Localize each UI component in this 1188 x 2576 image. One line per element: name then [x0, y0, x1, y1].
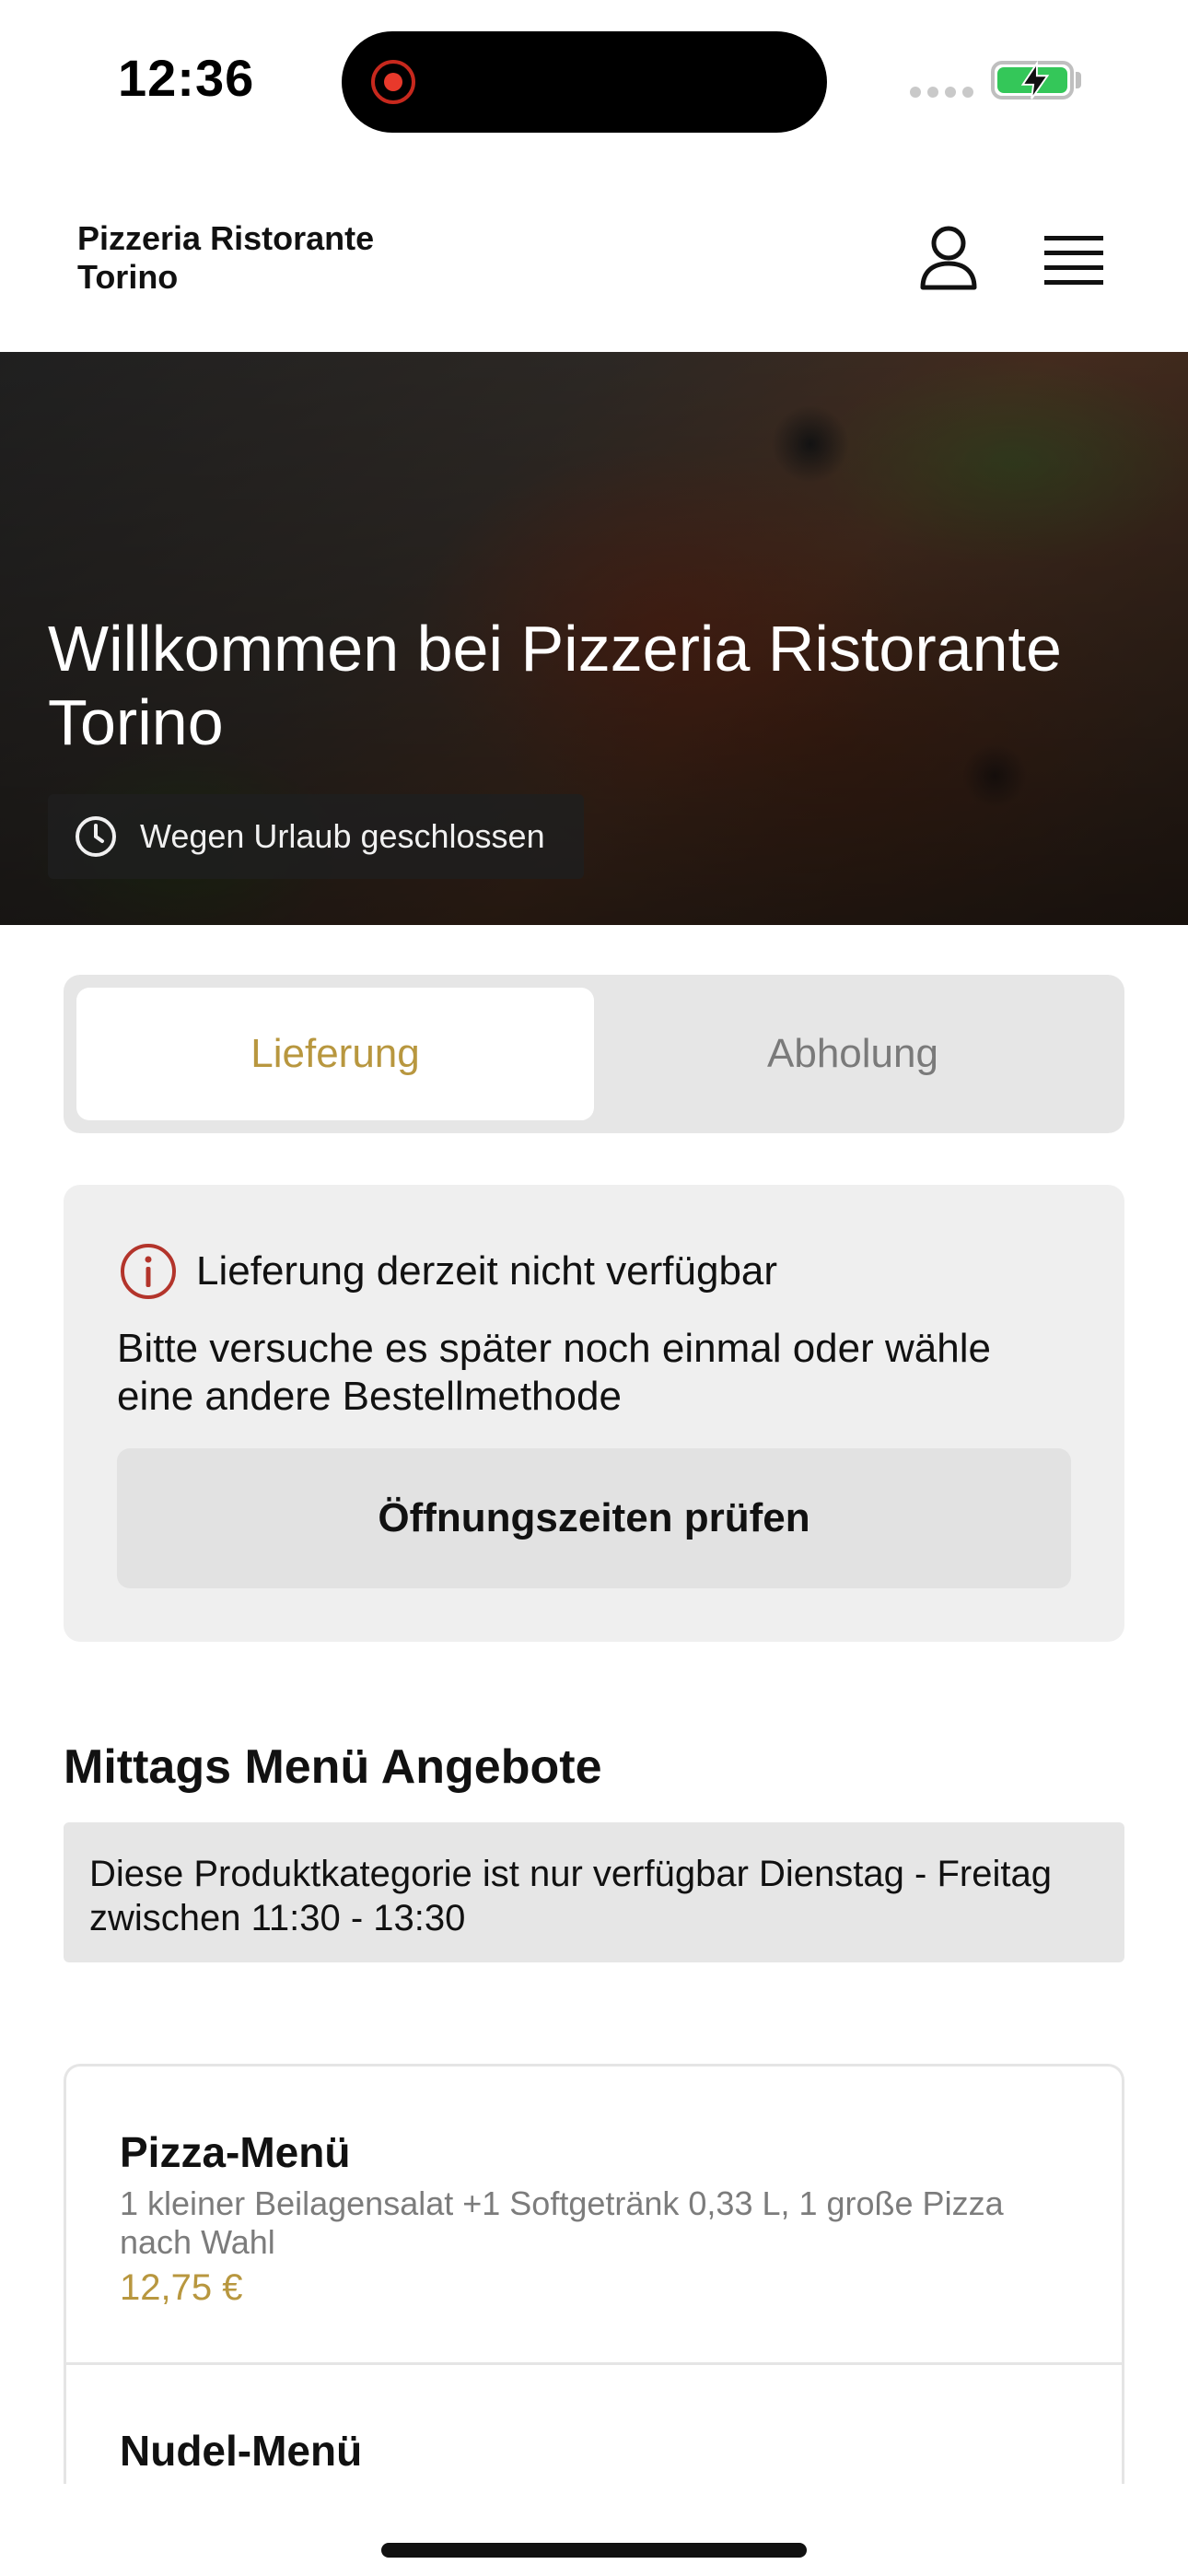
clock-icon [76, 816, 116, 857]
check-opening-hours-button[interactable]: Öffnungszeiten prüfen [117, 1448, 1071, 1588]
status-bar: 12:36 [0, 0, 1188, 157]
battery-icon [991, 60, 1074, 100]
cellular-signal-icon [910, 87, 973, 98]
product-item[interactable]: Pizza-Menü 1 kleiner Beilagensalat +1 So… [66, 2067, 1122, 2365]
user-account-icon[interactable] [917, 225, 980, 291]
status-badge-label: Wegen Urlaub geschlossen [140, 817, 545, 855]
hero-banner: Willkommen bei Pizzeria Ristorante Torin… [0, 352, 1188, 925]
product-list: Pizza-Menü 1 kleiner Beilagensalat +1 So… [64, 2064, 1124, 2484]
home-indicator[interactable] [381, 2543, 807, 2558]
product-name: Nudel-Menü [120, 2427, 363, 2475]
notice-message: Bitte versuche es später noch einmal ode… [117, 1326, 991, 1419]
dynamic-island [342, 31, 827, 133]
order-mode-toggle: Lieferung Abholung [64, 975, 1124, 1133]
restaurant-name[interactable]: Pizzeria Ristorante Torino [77, 219, 446, 297]
product-item[interactable]: Nudel-Menü [66, 2365, 1122, 2484]
recording-indicator-icon [371, 60, 415, 104]
battery-cap [1076, 72, 1081, 88]
product-description: 1 kleiner Beilagensalat +1 Softgetränk 0… [120, 2184, 1004, 2261]
app-header: Pizzeria Ristorante Torino [0, 157, 1188, 352]
welcome-title: Willkommen bei Pizzeria Ristorante Torin… [48, 613, 1062, 758]
delivery-unavailable-notice: Lieferung derzeit nicht verfügbar Bitte … [64, 1185, 1124, 1642]
hamburger-menu-icon[interactable] [1044, 234, 1103, 286]
notice-title: Lieferung derzeit nicht verfügbar [196, 1248, 778, 1294]
status-time: 12:36 [118, 49, 255, 107]
tab-delivery[interactable]: Lieferung [76, 988, 594, 1120]
tab-pickup[interactable]: Abholung [594, 988, 1112, 1120]
charging-bolt-icon [1020, 60, 1050, 100]
product-name: Pizza-Menü [120, 2128, 351, 2176]
product-price: 12,75 € [120, 2267, 243, 2308]
category-availability-note: Diese Produktkategorie ist nur verfügbar… [64, 1822, 1124, 1962]
status-badge: Wegen Urlaub geschlossen [48, 794, 584, 879]
info-alert-icon [121, 1244, 176, 1299]
category-title: Mittags Menü Angebote [64, 1740, 602, 1794]
notice-header: Lieferung derzeit nicht verfügbar [119, 1242, 777, 1301]
